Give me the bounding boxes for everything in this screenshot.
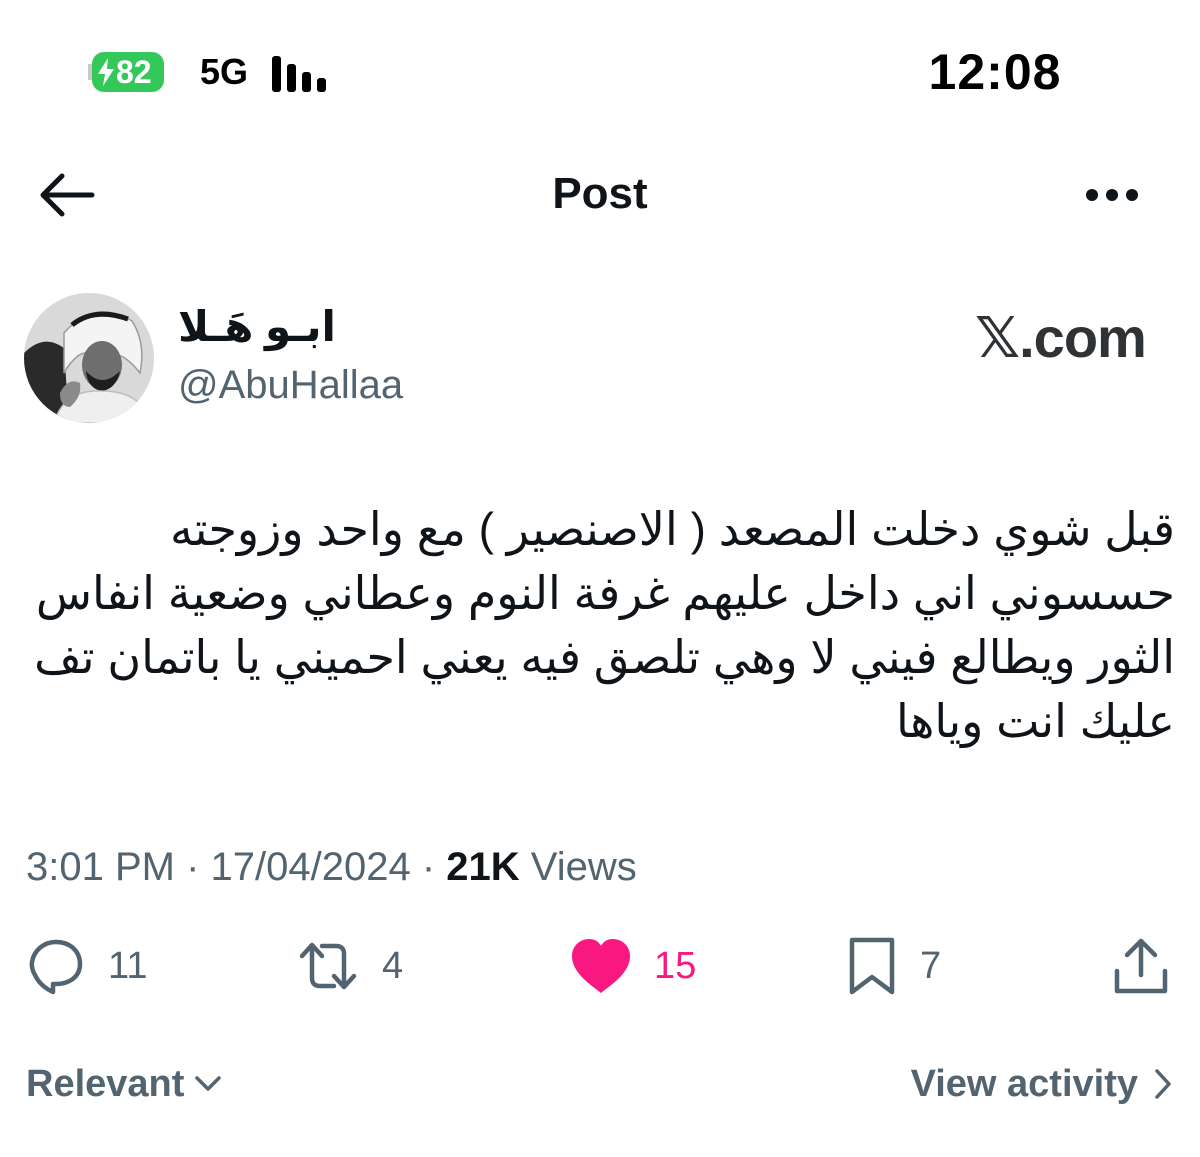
chevron-right-icon	[1155, 1069, 1171, 1099]
page-title: Post	[552, 169, 648, 218]
repost-button[interactable]: 4	[296, 930, 403, 1002]
meta-separator: ·	[410, 845, 447, 889]
tweet-text: قبل شوي دخلت المصعد ( الاصنصير ) مع واحد…	[34, 503, 1175, 747]
more-options-button[interactable]	[1080, 172, 1144, 218]
view-activity-link[interactable]: View activity	[911, 1056, 1172, 1112]
avatar-photo	[24, 293, 154, 423]
post-meta: 3:01 PM · 17/04/2024 · 21K Views	[26, 840, 637, 894]
bookmark-button[interactable]: 7	[846, 930, 941, 1002]
views-label: Views	[519, 845, 637, 889]
network-type: 5G	[200, 51, 249, 92]
views-count: 21K	[446, 845, 520, 889]
sort-label: Relevant	[26, 1062, 185, 1105]
post-time[interactable]: 3:01 PM	[26, 845, 175, 889]
x-com-watermark: 𝕏.com	[975, 306, 1147, 369]
battery-indicator: 82	[88, 50, 164, 94]
status-bar: 82 5G 12:08	[0, 0, 1200, 140]
meta-separator: ·	[174, 845, 211, 889]
reply-icon	[29, 939, 83, 995]
avatar[interactable]	[24, 293, 154, 423]
post-header: Post	[0, 150, 1200, 240]
author-display-name[interactable]: ابـو هَـلا	[178, 300, 336, 354]
author-handle[interactable]: @AbuHallaa	[178, 360, 403, 410]
reply-count: 11	[108, 945, 148, 987]
sort-replies-dropdown[interactable]: Relevant	[26, 1056, 222, 1112]
like-count: 15	[654, 945, 697, 987]
battery-body: 82	[92, 52, 164, 92]
action-bar: 11 4 15 7	[0, 930, 1200, 1002]
share-icon	[1114, 938, 1168, 994]
status-time: 12:08	[928, 44, 1062, 100]
share-button[interactable]	[1112, 930, 1170, 1002]
reply-button[interactable]: 11	[26, 930, 147, 1002]
repost-count: 4	[382, 945, 404, 987]
back-button[interactable]	[36, 170, 96, 220]
bookmark-count: 7	[920, 945, 942, 987]
view-activity-label: View activity	[910, 1062, 1138, 1105]
like-icon	[572, 939, 630, 993]
signal-strength-icon	[272, 52, 326, 92]
chevron-down-icon	[195, 1076, 222, 1091]
battery-level: 82	[116, 53, 152, 90]
like-button[interactable]: 15	[570, 930, 696, 1002]
charging-bolt-icon	[98, 58, 114, 86]
bookmark-icon	[849, 937, 895, 995]
arrow-left-icon	[40, 173, 95, 217]
more-horizontal-icon	[1086, 189, 1138, 201]
post-date[interactable]: 17/04/2024	[211, 845, 411, 889]
repost-icon	[299, 942, 357, 990]
